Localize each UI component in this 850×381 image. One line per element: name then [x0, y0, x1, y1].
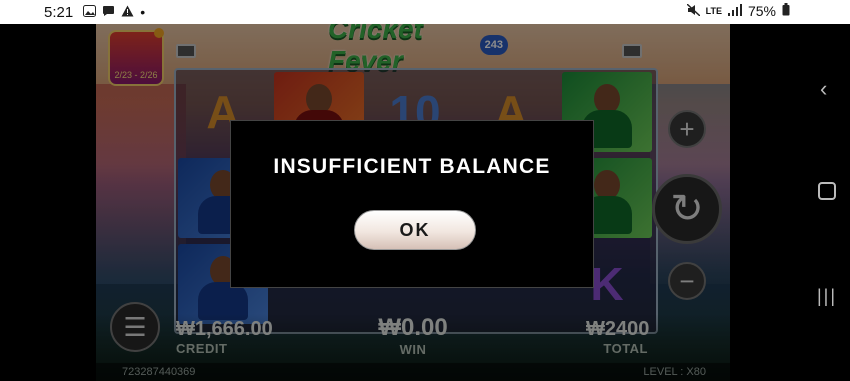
image-icon	[83, 4, 97, 21]
status-bar: 5:21 • LTE 75%	[0, 0, 850, 24]
mute-icon	[686, 3, 701, 19]
warning-icon	[121, 4, 134, 21]
home-icon[interactable]	[818, 182, 836, 200]
ok-button[interactable]: OK	[354, 210, 476, 250]
chat-bubble-icon	[102, 4, 115, 21]
status-time: 5:21	[44, 3, 74, 21]
recent-apps-icon[interactable]: |||	[817, 286, 837, 307]
signal-icon	[727, 3, 742, 19]
back-icon[interactable]: ‹	[820, 76, 827, 102]
system-navigation-bar: ‹ |||	[730, 24, 850, 381]
notification-icons: •	[83, 4, 145, 21]
battery-icon	[782, 3, 790, 19]
network-label: LTE	[705, 6, 722, 16]
dot-icon: •	[140, 4, 146, 20]
dialog-message: INSUFFICIENT BALANCE	[273, 155, 551, 178]
battery-percent: 75%	[747, 3, 776, 19]
insufficient-balance-dialog: INSUFFICIENT BALANCE OK	[230, 120, 594, 288]
status-right: LTE 75%	[686, 3, 790, 19]
